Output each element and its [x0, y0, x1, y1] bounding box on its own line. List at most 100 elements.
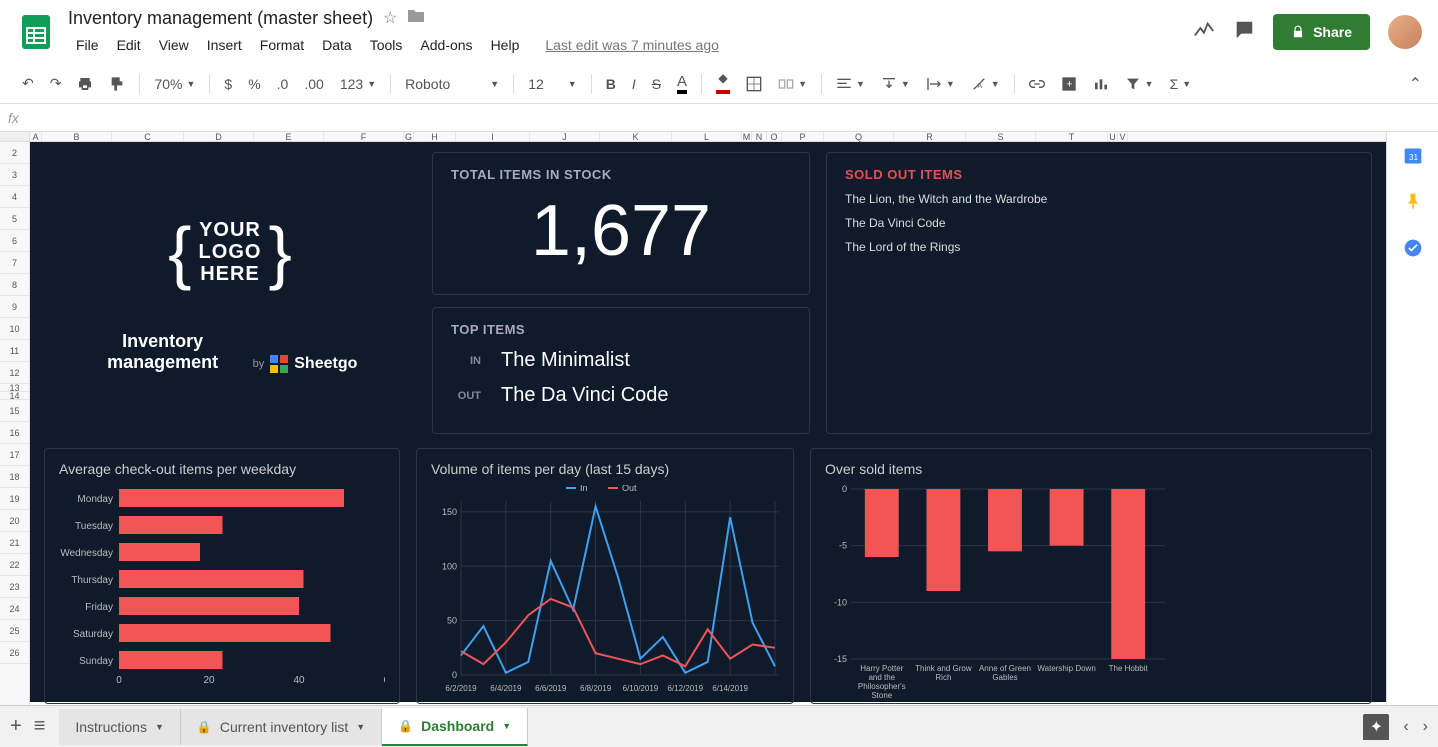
row-header[interactable]: 23: [0, 576, 29, 598]
row-header[interactable]: 17: [0, 444, 29, 466]
star-icon[interactable]: ☆: [383, 8, 397, 28]
menu-view[interactable]: View: [151, 33, 197, 57]
menu-file[interactable]: File: [68, 33, 107, 57]
volume-chart-card[interactable]: Volume of items per day (last 15 days) I…: [416, 448, 794, 704]
menu-addons[interactable]: Add-ons: [412, 33, 480, 57]
bold-button[interactable]: B: [600, 72, 622, 96]
column-header[interactable]: S: [966, 132, 1036, 141]
comments-icon[interactable]: [1233, 19, 1255, 46]
zoom-dropdown[interactable]: 70%▼: [148, 72, 201, 96]
link-button[interactable]: [1023, 72, 1051, 96]
add-sheet-button[interactable]: +: [10, 715, 22, 738]
font-family-dropdown[interactable]: Roboto▼: [399, 72, 505, 96]
tab-instructions[interactable]: Instructions ▼: [59, 709, 181, 745]
tab-menu-icon[interactable]: ▼: [155, 722, 164, 732]
undo-button[interactable]: ↶: [16, 71, 40, 96]
menu-help[interactable]: Help: [483, 33, 528, 57]
menu-edit[interactable]: Edit: [109, 33, 149, 57]
tasks-icon[interactable]: [1403, 238, 1423, 258]
borders-button[interactable]: [740, 72, 768, 96]
menu-format[interactable]: Format: [252, 33, 312, 57]
column-header[interactable]: I: [456, 132, 530, 141]
menu-data[interactable]: Data: [314, 33, 360, 57]
increase-decimal-button[interactable]: .00: [298, 72, 329, 96]
column-header[interactable]: E: [254, 132, 324, 141]
collapse-toolbar-icon[interactable]: ⌃: [1409, 74, 1422, 94]
row-header[interactable]: 16: [0, 422, 29, 444]
oversold-chart-card[interactable]: Over sold items 0-5-10-15Harry Potterand…: [810, 448, 1372, 704]
font-size-dropdown[interactable]: 12▼: [522, 72, 583, 96]
row-header[interactable]: 25: [0, 620, 29, 642]
document-title[interactable]: Inventory management (master sheet): [68, 8, 373, 29]
row-header[interactable]: 9: [0, 296, 29, 318]
formula-input[interactable]: [31, 110, 1430, 125]
row-header[interactable]: 14: [0, 392, 29, 400]
row-header[interactable]: 11: [0, 340, 29, 362]
percent-button[interactable]: %: [242, 72, 266, 96]
halign-dropdown[interactable]: ▼: [830, 72, 871, 96]
column-header[interactable]: F: [324, 132, 404, 141]
weekday-chart-card[interactable]: Average check-out items per weekday Mond…: [44, 448, 400, 704]
row-header[interactable]: 3: [0, 164, 29, 186]
user-avatar[interactable]: [1388, 15, 1422, 49]
strikethrough-button[interactable]: S: [646, 72, 667, 96]
comment-button[interactable]: +: [1055, 72, 1083, 96]
text-color-button[interactable]: A: [671, 69, 693, 98]
wrap-dropdown[interactable]: ▼: [920, 72, 961, 96]
row-header[interactable]: 20: [0, 510, 29, 532]
keep-icon[interactable]: [1403, 192, 1423, 212]
column-header[interactable]: M: [742, 132, 752, 141]
column-header[interactable]: G: [404, 132, 414, 141]
functions-dropdown[interactable]: Σ▼: [1164, 72, 1198, 96]
row-header[interactable]: 2: [0, 142, 29, 164]
column-header[interactable]: J: [530, 132, 600, 141]
row-header[interactable]: 19: [0, 488, 29, 510]
row-header[interactable]: 10: [0, 318, 29, 340]
paint-format-button[interactable]: [103, 72, 131, 96]
italic-button[interactable]: I: [626, 72, 642, 96]
print-button[interactable]: [71, 72, 99, 96]
column-header[interactable]: K: [600, 132, 672, 141]
column-header[interactable]: R: [894, 132, 966, 141]
filter-dropdown[interactable]: ▼: [1119, 72, 1160, 96]
row-header[interactable]: 8: [0, 274, 29, 296]
fill-color-button[interactable]: [710, 69, 736, 98]
column-header[interactable]: B: [42, 132, 112, 141]
column-header[interactable]: Q: [824, 132, 894, 141]
row-header[interactable]: 15: [0, 400, 29, 422]
column-header[interactable]: T: [1036, 132, 1108, 141]
activity-icon[interactable]: [1193, 19, 1215, 46]
row-header[interactable]: 7: [0, 252, 29, 274]
tab-menu-icon[interactable]: ▼: [502, 721, 511, 731]
row-header[interactable]: 26: [0, 642, 29, 664]
all-sheets-button[interactable]: ≡: [34, 715, 46, 738]
column-header[interactable]: O: [767, 132, 782, 141]
column-header[interactable]: U: [1108, 132, 1118, 141]
row-header[interactable]: 5: [0, 208, 29, 230]
redo-button[interactable]: ↷: [44, 71, 68, 96]
column-header[interactable]: H: [414, 132, 456, 141]
calendar-icon[interactable]: 31: [1403, 146, 1423, 166]
row-header[interactable]: 21: [0, 532, 29, 554]
decrease-decimal-button[interactable]: .0: [271, 72, 295, 96]
row-header[interactable]: 12: [0, 362, 29, 384]
row-header[interactable]: 24: [0, 598, 29, 620]
menu-insert[interactable]: Insert: [199, 33, 250, 57]
column-header[interactable]: C: [112, 132, 184, 141]
column-header[interactable]: L: [672, 132, 742, 141]
sheets-logo-icon[interactable]: [16, 12, 56, 52]
last-edit-link[interactable]: Last edit was 7 minutes ago: [537, 33, 727, 57]
merge-cells-dropdown[interactable]: ▼: [772, 72, 813, 96]
tab-dashboard[interactable]: 🔒 Dashboard ▼: [382, 708, 528, 746]
scroll-left-icon[interactable]: ‹: [1403, 718, 1408, 736]
rotate-dropdown[interactable]: A▼: [965, 72, 1006, 96]
row-header[interactable]: 22: [0, 554, 29, 576]
column-header[interactable]: N: [752, 132, 767, 141]
number-format-dropdown[interactable]: 123▼: [334, 72, 382, 96]
move-folder-icon[interactable]: [407, 8, 425, 28]
valign-dropdown[interactable]: ▼: [875, 72, 916, 96]
column-header[interactable]: A: [30, 132, 42, 141]
scroll-right-icon[interactable]: ›: [1423, 718, 1428, 736]
row-header[interactable]: 4: [0, 186, 29, 208]
currency-button[interactable]: $: [218, 72, 238, 96]
